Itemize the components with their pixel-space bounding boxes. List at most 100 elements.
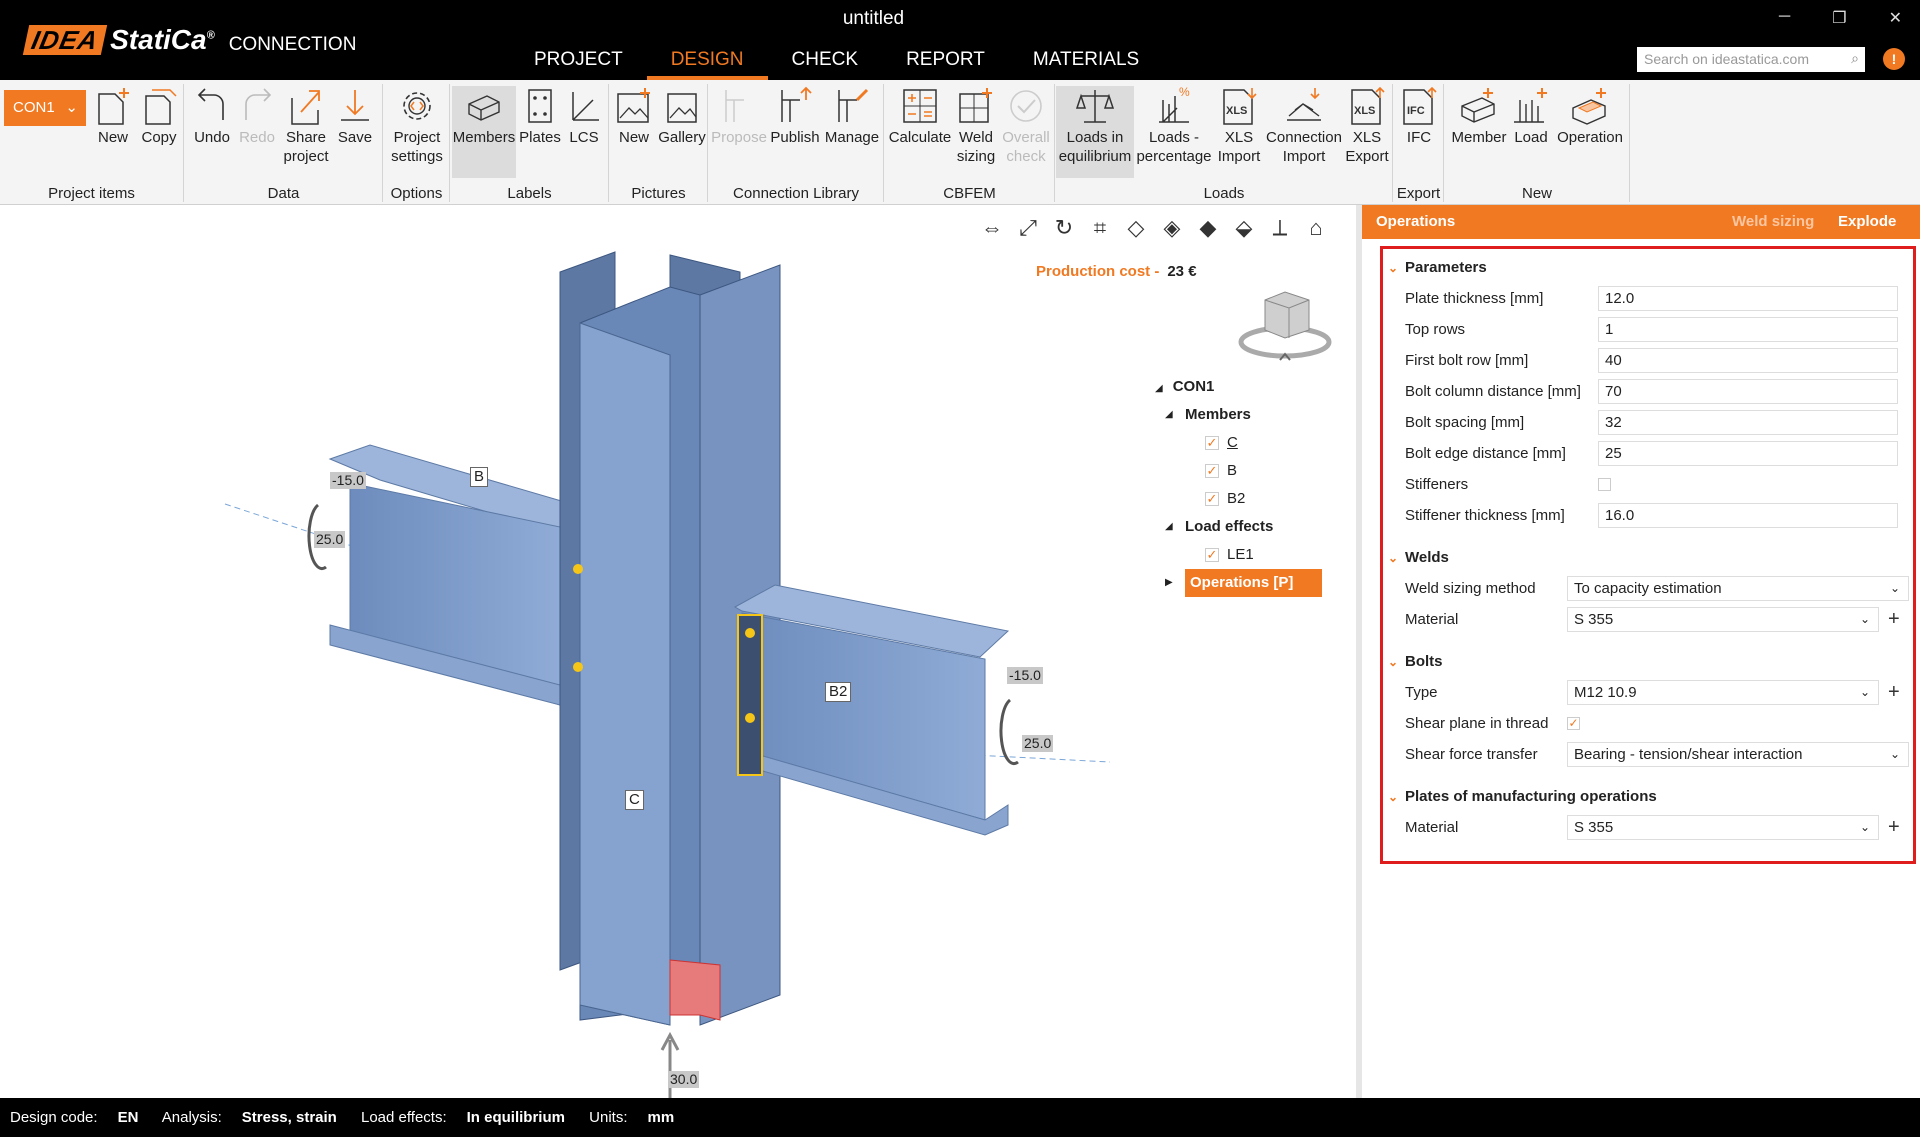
- maximize-button[interactable]: ❐: [1832, 8, 1846, 28]
- minimize-button[interactable]: ─: [1779, 8, 1790, 28]
- copy-item-label: Copy: [141, 129, 177, 146]
- bolt-column-distance-input[interactable]: 70: [1598, 379, 1898, 404]
- calculate-button[interactable]: Calculate: [887, 86, 953, 147]
- first-bolt-row-input[interactable]: 40: [1598, 348, 1898, 373]
- status-load-effects: Load effects: In equilibrium: [361, 1109, 565, 1126]
- section-icon[interactable]: ⬙: [1232, 215, 1256, 241]
- explode-link[interactable]: Explode: [1838, 205, 1896, 239]
- new-operation-button[interactable]: Operation: [1555, 86, 1625, 147]
- connection-selector[interactable]: CON1 ⌄: [4, 90, 86, 126]
- manage-button[interactable]: Manage: [823, 86, 881, 147]
- loads-percentage-button[interactable]: % Loads - percentage: [1136, 85, 1212, 166]
- add-material-icon[interactable]: +: [1888, 812, 1900, 843]
- load-value-b-m: 25.0: [314, 531, 346, 548]
- tree-le1[interactable]: ✓ LE1: [1155, 541, 1345, 569]
- undo-button[interactable]: Undo: [190, 86, 234, 147]
- solid-icon[interactable]: ◆: [1196, 215, 1220, 241]
- tree-members[interactable]: ◢ Members: [1155, 401, 1345, 429]
- tree-load-effects[interactable]: ◢ Load effects: [1155, 513, 1345, 541]
- redo-button[interactable]: Redo: [235, 86, 279, 147]
- stiffeners-checkbox[interactable]: [1598, 478, 1611, 491]
- overall-check-button[interactable]: Overall check: [1001, 86, 1051, 166]
- tree-member-b2[interactable]: ✓ B2: [1155, 485, 1345, 513]
- shear-force-transfer-label: Shear force transfer: [1405, 746, 1538, 763]
- new-item-button[interactable]: New: [92, 86, 134, 147]
- chevron-down-icon: ⌄: [1388, 655, 1399, 669]
- chevron-down-icon: ⌄: [1889, 747, 1900, 761]
- add-bolt-icon[interactable]: +: [1888, 677, 1900, 708]
- copy-item-button[interactable]: Copy: [138, 86, 180, 147]
- plates-label-button[interactable]: Plates: [518, 86, 562, 147]
- new-picture-button[interactable]: New: [612, 86, 656, 147]
- tab-check[interactable]: CHECK: [768, 48, 883, 80]
- plate-material-select[interactable]: S 355 ⌄: [1567, 815, 1879, 840]
- close-button[interactable]: ✕: [1889, 8, 1902, 28]
- xls-export-button[interactable]: XLS XLS Export: [1343, 86, 1391, 166]
- plate-thickness-input[interactable]: 12.0: [1598, 286, 1898, 311]
- transparent-icon[interactable]: ◈: [1160, 215, 1184, 241]
- section-parameters[interactable]: ⌄ Parameters: [1383, 253, 1913, 283]
- balance-scale-icon: [1075, 86, 1115, 126]
- xls-import-button[interactable]: XLS XLS Import: [1213, 86, 1265, 166]
- connection-import-icon: [1285, 86, 1323, 126]
- lcs-button[interactable]: LCS: [562, 86, 606, 147]
- shear-plane-checkbox[interactable]: ✓: [1567, 717, 1580, 730]
- tree-member-b[interactable]: ✓ B: [1155, 457, 1345, 485]
- new-load-button[interactable]: Load: [1509, 86, 1553, 147]
- logo-reg: ®: [206, 29, 215, 42]
- propose-button[interactable]: Propose: [711, 86, 767, 147]
- xls-export-label: XLS Export: [1345, 129, 1389, 165]
- bolt-type-select[interactable]: M12 10.9 ⌄: [1567, 680, 1879, 705]
- tab-report[interactable]: REPORT: [882, 48, 1009, 80]
- ifc-export-button[interactable]: IFC IFC: [1396, 86, 1442, 147]
- weld-material-select[interactable]: S 355 ⌄: [1567, 607, 1879, 632]
- publish-button[interactable]: Publish: [769, 86, 821, 147]
- shear-force-transfer-select[interactable]: Bearing - tension/shear interaction ⌄: [1567, 742, 1909, 767]
- info-icon[interactable]: !: [1883, 48, 1905, 70]
- tree-root[interactable]: ◢ CON1: [1155, 373, 1345, 401]
- loads-in-equilibrium-button[interactable]: Loads in equilibrium: [1056, 86, 1134, 178]
- mirror-icon[interactable]: ⟂: [1268, 215, 1292, 241]
- collapse-icon: ◢: [1165, 409, 1173, 420]
- search-input[interactable]: Search on ideastatica.com ⌕: [1637, 47, 1865, 72]
- weld-sizing-button[interactable]: Weld sizing: [953, 86, 999, 166]
- new-member-button[interactable]: Member: [1449, 86, 1509, 147]
- view-cube-icon[interactable]: [1235, 280, 1335, 370]
- tree-member-c[interactable]: ✓ C: [1155, 429, 1345, 457]
- chevron-down-icon: ⌄: [1388, 551, 1399, 565]
- tree-operations[interactable]: ▶ Operations [P]: [1155, 569, 1345, 597]
- bolt-spacing-input[interactable]: 32: [1598, 410, 1898, 435]
- save-button[interactable]: Save: [333, 86, 377, 147]
- checkbox-icon[interactable]: ✓: [1205, 492, 1219, 507]
- propose-icon: [720, 86, 758, 126]
- checkbox-icon[interactable]: ✓: [1205, 436, 1219, 451]
- tab-materials[interactable]: MATERIALS: [1009, 48, 1163, 80]
- weld-sizing-method-select[interactable]: To capacity estimation ⌄: [1567, 576, 1909, 601]
- project-settings-button[interactable]: Project settings: [386, 86, 448, 166]
- connection-import-button[interactable]: Connection Import: [1266, 86, 1342, 166]
- stiffener-thickness-input[interactable]: 16.0: [1598, 503, 1898, 528]
- checkbox-icon[interactable]: ✓: [1205, 464, 1219, 479]
- tab-design[interactable]: DESIGN: [646, 48, 768, 80]
- group-label-cbfem: CBFEM: [943, 185, 996, 202]
- weld-sizing-link[interactable]: Weld sizing: [1732, 205, 1814, 239]
- tree-members-label: Members: [1185, 406, 1251, 423]
- row-bolt-spacing: Bolt spacing [mm] 32: [1383, 407, 1913, 438]
- steel-model[interactable]: [0, 205, 1150, 1098]
- weld-sizing-method-value: To capacity estimation: [1574, 580, 1722, 597]
- row-bolt-edge-distance: Bolt edge distance [mm] 25: [1383, 438, 1913, 469]
- add-material-icon[interactable]: +: [1888, 604, 1900, 635]
- members-label-button[interactable]: Members: [452, 86, 516, 178]
- publish-icon: [776, 86, 814, 126]
- section-plates[interactable]: ⌄ Plates of manufacturing operations: [1383, 782, 1913, 812]
- checkbox-icon[interactable]: ✓: [1205, 548, 1219, 563]
- section-bolts[interactable]: ⌄ Bolts: [1383, 647, 1913, 677]
- bolt-edge-distance-input[interactable]: 25: [1598, 441, 1898, 466]
- home-icon[interactable]: ⌂: [1304, 215, 1328, 241]
- 3d-viewport[interactable]: ⇔ ⤢ ↻ ⌗ ◇ ◈ ◆ ⬙ ⟂ ⌂ Production cost -23 …: [0, 205, 1356, 1098]
- gallery-button[interactable]: Gallery: [658, 86, 706, 147]
- top-rows-input[interactable]: 1: [1598, 317, 1898, 342]
- share-project-button[interactable]: Share project: [281, 86, 331, 166]
- tab-project[interactable]: PROJECT: [510, 48, 647, 80]
- section-welds[interactable]: ⌄ Welds: [1383, 543, 1913, 573]
